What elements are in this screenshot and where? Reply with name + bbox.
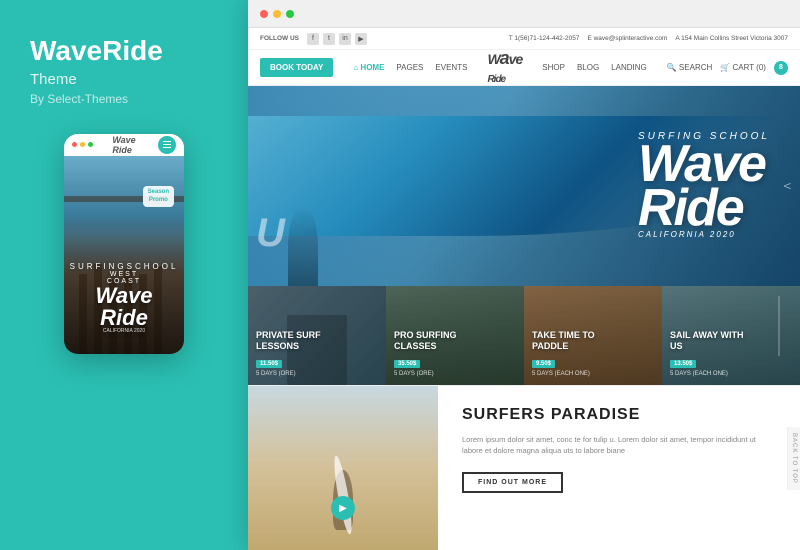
nav-link-pages[interactable]: PAGES: [396, 63, 423, 72]
dot-green: [88, 142, 93, 147]
site-navbar: BOOK TODAY ⌂ HOME PAGES EVENTS Wave Ride…: [248, 50, 800, 86]
card-title-4: SAIL AWAY WITHUS: [670, 330, 792, 352]
site-bottom: ▶ SURFERS PARADISE Lorem ipsum dolor sit…: [248, 386, 800, 550]
mobile-hero-image: Season Promo SURFINGSCHOOL WESTCOAST Wav…: [64, 156, 184, 354]
search-link[interactable]: 🔍 SEARCH: [667, 63, 713, 72]
cards-strip: PRIVATE SURFLESSONS 11.50$ 5 DAYS (ORE) …: [248, 286, 800, 386]
find-out-more-button[interactable]: FIND OUT MORE: [462, 472, 563, 493]
card-title-3: TAKE TIME TOPADDLE: [532, 330, 654, 352]
hero-small-label: SURFING SCHOOL: [638, 133, 770, 142]
card-days-2: 5 DAYS (ORE): [394, 371, 516, 377]
email-text: E wave@splinteractive.com: [587, 35, 667, 42]
nav-links: ⌂ HOME PAGES EVENTS: [353, 63, 467, 72]
mobile-top-bar: WaveRide: [64, 134, 184, 156]
mobile-menu-icon[interactable]: [158, 136, 176, 154]
browser-chrome: [248, 0, 800, 28]
card-content-1: PRIVATE SURFLESSONS 11.50$ 5 DAYS (ORE): [256, 330, 378, 377]
card-content-2: PRO SURFINGCLASSES 35.50$ 5 DAYS (ORE): [394, 330, 516, 377]
brand-subtitle: Theme: [30, 71, 218, 88]
browser-dot-yellow: [273, 10, 281, 18]
hero-california-label: CALIFORNIA 2020: [638, 232, 770, 239]
card-badge-2: 35.50$: [394, 360, 420, 368]
brand-by: By Select-Themes: [30, 92, 218, 106]
mobile-logo: WaveRide: [112, 135, 135, 155]
bottom-image: ▶: [248, 386, 438, 550]
play-button[interactable]: ▶: [331, 496, 355, 520]
social-yt-icon[interactable]: ▶: [355, 33, 367, 45]
hero-wave-text: SURFING SCHOOL WaveRide CALIFORNIA 2020: [638, 133, 770, 239]
card-title-1: PRIVATE SURFLESSONS: [256, 330, 378, 352]
site-logo: Wave Ride: [487, 48, 522, 87]
book-today-button[interactable]: BOOK TODAY: [260, 58, 333, 77]
cart-link[interactable]: 🛒 CART (0): [720, 63, 766, 72]
nav-link-blog[interactable]: BLOG: [577, 63, 599, 72]
hero-v-label: V: [782, 183, 792, 189]
card-content-4: SAIL AWAY WITHUS 13.50$ 5 DAYS (EACH ONE…: [670, 330, 792, 377]
surfers-paradise-text: Lorem ipsum dolor sit amet, conc te for …: [462, 434, 776, 457]
dot-red: [72, 142, 77, 147]
card-content-3: TAKE TIME TOPADDLE 9.50$ 5 DAYS (EACH ON…: [532, 330, 654, 377]
cart-count-badge: 8: [774, 61, 788, 75]
bottom-text-section: SURFERS PARADISE Lorem ipsum dolor sit a…: [438, 386, 800, 550]
nav-link-shop[interactable]: SHOP: [542, 63, 565, 72]
card-pro-surfing[interactable]: PRO SURFINGCLASSES 35.50$ 5 DAYS (ORE): [386, 286, 524, 385]
left-panel: WaveRide Theme By Select-Themes WaveRide: [0, 0, 248, 550]
social-ig-icon[interactable]: in: [339, 33, 351, 45]
card-days-1: 5 DAYS (ORE): [256, 371, 378, 377]
site-contact: T 1(56)71-124-442-2057 E wave@splinterac…: [509, 35, 788, 42]
card-badge-1: 11.50$: [256, 360, 282, 368]
follow-us-section: FOLLOW US f t in ▶: [260, 33, 367, 45]
nav-link-landing[interactable]: LANDING: [611, 63, 647, 72]
address-text: A 154 Main Collins Street Victoria 3007: [675, 35, 788, 42]
nav-link-events[interactable]: EVENTS: [435, 63, 467, 72]
card-days-4: 5 DAYS (EACH ONE): [670, 371, 792, 377]
card-title-2: PRO SURFINGCLASSES: [394, 330, 516, 352]
browser-mockup: FOLLOW US f t in ▶ T 1(56)71-124-442-205…: [248, 0, 800, 550]
card-surf-lessons[interactable]: PRIVATE SURFLESSONS 11.50$ 5 DAYS (ORE): [248, 286, 386, 385]
social-fb-icon[interactable]: f: [307, 33, 319, 45]
site-topbar: FOLLOW US f t in ▶ T 1(56)71-124-442-205…: [248, 28, 800, 50]
nav-links-right: SHOP BLOG LANDING: [542, 63, 646, 72]
browser-dot-green: [286, 10, 294, 18]
mobile-mockup: WaveRide Season Promo: [64, 134, 184, 354]
card-paddle[interactable]: TAKE TIME TOPADDLE 9.50$ 5 DAYS (EACH ON…: [524, 286, 662, 385]
card-sail[interactable]: SAIL AWAY WITHUS 13.50$ 5 DAYS (EACH ONE…: [662, 286, 800, 385]
nav-actions: 🔍 SEARCH 🛒 CART (0) 8: [667, 61, 788, 75]
nav-link-home[interactable]: ⌂ HOME: [353, 63, 384, 72]
card-days-3: 5 DAYS (EACH ONE): [532, 371, 654, 377]
mobile-wave-title: SURFINGSCHOOL WESTCOAST WaveRide CALIFOR…: [70, 263, 179, 334]
surfer-image: ▶: [248, 386, 438, 550]
card-badge-3: 9.50$: [532, 360, 555, 368]
dot-yellow: [80, 142, 85, 147]
brand-title: WaveRide: [30, 36, 218, 67]
surfers-paradise-title: SURFERS PARADISE: [462, 406, 776, 424]
social-tw-icon[interactable]: t: [323, 33, 335, 45]
card-badge-4: 13.50$: [670, 360, 696, 368]
follow-label: FOLLOW US: [260, 35, 299, 42]
mobile-badge: Season Promo: [143, 186, 174, 208]
back-to-top[interactable]: BACK TO TOP: [787, 427, 800, 490]
site-hero: U SURFING SCHOOL WaveRide CALIFORNIA 202…: [248, 86, 800, 286]
browser-dot-red: [260, 10, 268, 18]
phone-text: T 1(56)71-124-442-2057: [509, 35, 580, 42]
